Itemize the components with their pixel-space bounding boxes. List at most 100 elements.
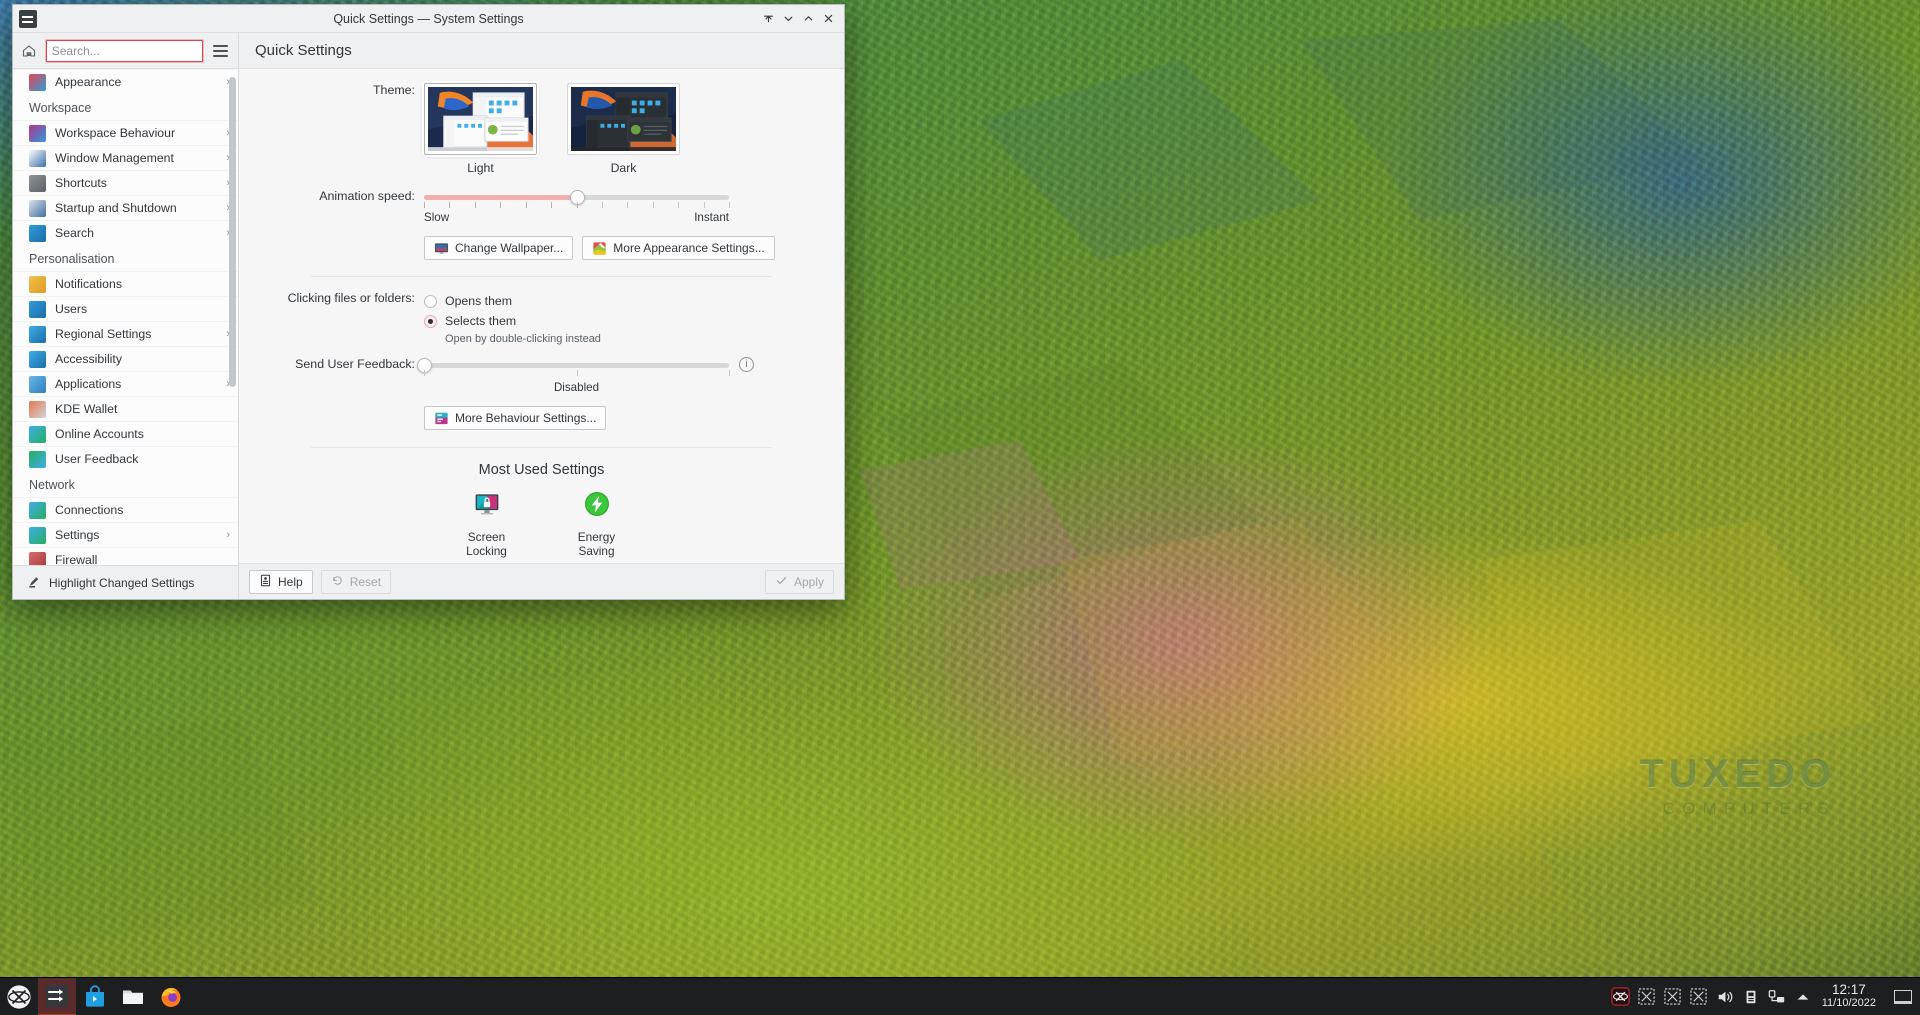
network-wired-icon[interactable] [1766,986,1788,1008]
more-appearance-settings-label: More Appearance Settings... [613,241,764,255]
sidebar-scrollbar-track[interactable] [229,71,236,563]
software-store-button[interactable] [76,978,114,1015]
section-divider-2 [311,447,772,448]
sidebar-item-label: Shortcuts [55,176,217,190]
sidebar-scrollbar-thumb[interactable] [229,77,236,387]
unknown-app-icon-3[interactable] [1688,986,1710,1008]
most-used-screen-locking[interactable]: ScreenLocking [450,490,524,559]
accessibility-icon [29,351,46,368]
sidebar-item-startup-and-shutdown[interactable]: Startup and Shutdown› [13,195,238,220]
sidebar-item-online-accounts[interactable]: Online Accounts [13,421,238,446]
animation-speed-ticks [424,202,729,210]
sidebar-item-notifications[interactable]: Notifications [13,271,238,296]
file-manager-button[interactable] [114,978,152,1015]
users-icon [29,301,46,318]
info-icon[interactable]: i [739,357,754,372]
sidebar-group-header: Personalisation [13,245,238,271]
theme-option-light[interactable]: Light [424,83,537,175]
animation-speed-rail[interactable] [424,195,729,200]
show-desktop-button[interactable] [1894,990,1912,1004]
sidebar-item-label: Appearance [55,75,217,89]
sidebar-item-workspace-behaviour[interactable]: Workspace Behaviour› [13,120,238,145]
firefox-button[interactable] [152,978,190,1015]
sidebar-item-kde-wallet[interactable]: KDE Wallet [13,396,238,421]
sidebar-item-settings[interactable]: Settings› [13,522,238,547]
search-input-wrapper[interactable] [45,39,204,63]
change-wallpaper-button[interactable]: Change Wallpaper... [424,236,573,260]
sidebar-item-accessibility[interactable]: Accessibility [13,346,238,371]
workspace-behaviour-icon [29,125,46,142]
unknown-app-icon-1[interactable] [1636,986,1658,1008]
sidebar-item-appearance[interactable]: Appearance› [13,69,238,94]
most-used-energy-saving[interactable]: Energy Saving [560,490,634,559]
theme-row: Theme: [239,83,844,175]
window-management-icon [29,150,46,167]
radio-opens-them-indicator[interactable] [424,295,437,308]
system-settings-window: Quick Settings — System Settings [12,4,845,600]
help-button[interactable]: Help [249,570,313,594]
radio-opens-them-label: Opens them [445,294,512,308]
apply-check-icon [775,574,788,590]
reset-button[interactable]: Reset [321,570,391,594]
notifications-bell-icon [29,276,46,293]
behaviour-button-row: More Behaviour Settings... [239,406,844,431]
apply-button[interactable]: Apply [765,570,834,594]
highlighter-pen-icon [27,574,42,592]
slider-tick [424,202,425,208]
clock-date: 11/10/2022 [1822,998,1876,1010]
application-launcher-button[interactable] [0,978,38,1015]
clock[interactable]: 12:17 11/10/2022 [1822,983,1876,1009]
slider-tick [653,202,654,208]
animation-speed-slider[interactable]: Slow Instant [424,195,729,224]
hamburger-menu-icon[interactable] [210,40,231,62]
sidebar-item-firewall[interactable]: Firewall [13,547,238,565]
system-settings-task-button[interactable] [38,978,76,1015]
slider-tick [577,202,578,208]
user-feedback-rail[interactable] [424,363,729,368]
minimize-button[interactable] [778,9,798,29]
reset-icon [331,574,344,590]
maximize-button[interactable] [798,9,818,29]
window-titlebar[interactable]: Quick Settings — System Settings [13,5,844,33]
radio-selects-them[interactable]: Selects them [424,311,844,331]
sidebar-scroll-area[interactable]: Appearance›WorkspaceWorkspace Behaviour›… [13,69,238,565]
sidebar-item-connections[interactable]: Connections [13,497,238,522]
home-icon[interactable] [20,41,39,61]
slider-tick [729,370,730,376]
system-settings-icon [19,10,37,28]
slider-tick [704,202,705,208]
sidebar-item-window-management[interactable]: Window Management› [13,145,238,170]
sidebar-item-shortcuts[interactable]: Shortcuts› [13,170,238,195]
theme-thumbnail-dark[interactable] [567,83,680,155]
user-feedback-row: Send User Feedback: Disabled i [239,357,844,394]
sidebar: Appearance›WorkspaceWorkspace Behaviour›… [13,33,239,599]
usb-drive-icon[interactable] [1740,986,1762,1008]
chevron-up-icon[interactable] [1792,986,1814,1008]
close-button[interactable] [818,9,838,29]
wallpaper-monitor-icon [434,241,449,256]
unknown-app-icon-2[interactable] [1662,986,1684,1008]
applications-icon [29,376,46,393]
folder-icon [121,985,145,1009]
sidebar-item-user-feedback[interactable]: User Feedback [13,446,238,471]
user-feedback-slider[interactable]: Disabled [424,357,729,394]
system-settings-icon [45,984,69,1008]
theme-option-dark[interactable]: Dark [567,83,680,175]
keep-above-button[interactable] [758,9,778,29]
radio-opens-them[interactable]: Opens them [424,291,844,311]
highlight-changed-settings-button[interactable]: Highlight Changed Settings [27,574,194,592]
sidebar-item-regional-settings[interactable]: Regional Settings› [13,321,238,346]
theme-thumbnail-light[interactable] [424,83,537,155]
tuxedo-control-center-icon[interactable] [1610,986,1632,1008]
more-behaviour-settings-button[interactable]: More Behaviour Settings... [424,406,606,430]
search-input[interactable] [52,44,197,58]
sidebar-item-search[interactable]: Search› [13,220,238,245]
startup-shutdown-icon [29,200,46,217]
sidebar-item-users[interactable]: Users [13,296,238,321]
slider-tick [424,370,425,376]
speaker-icon[interactable] [1714,986,1736,1008]
sidebar-item-applications[interactable]: Applications› [13,371,238,396]
radio-selects-them-indicator[interactable] [424,315,437,328]
more-appearance-settings-button[interactable]: More Appearance Settings... [582,236,774,260]
apply-label: Apply [794,575,824,589]
